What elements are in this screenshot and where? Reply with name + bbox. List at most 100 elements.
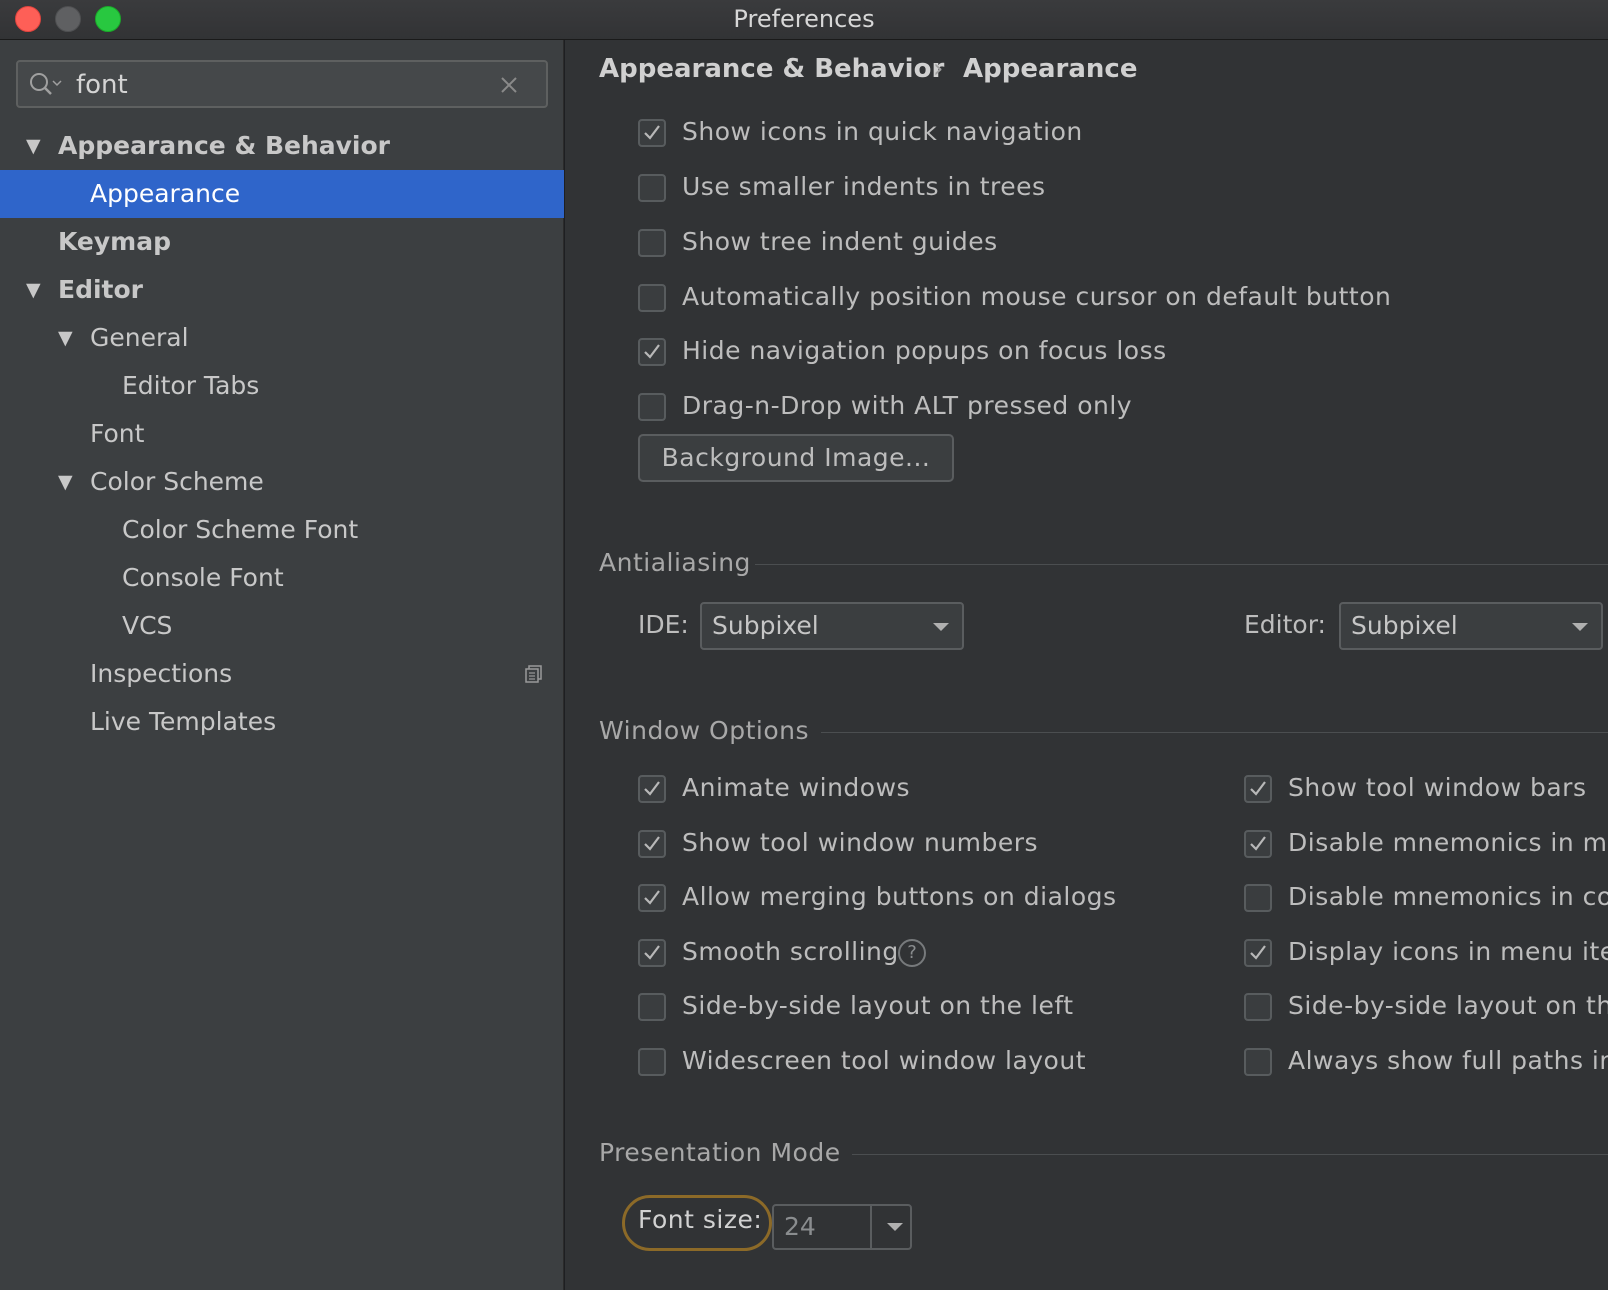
tree-item-editor[interactable]: ▼ Editor [0, 266, 564, 314]
checkmark-icon [644, 781, 660, 796]
editor-antialiasing-label: Editor: [1244, 610, 1326, 639]
help-icon[interactable]: ? [898, 939, 926, 967]
settings-sidebar: font ▼ Appearance & Behavior Appearance … [0, 40, 564, 1290]
checkbox-label: Side-by-side layout on th [1288, 991, 1608, 1020]
checkbox[interactable] [1244, 830, 1272, 858]
tree-item-label: Font [90, 419, 145, 448]
checkbox[interactable] [1244, 939, 1272, 967]
checkbox-label: Show tool window numbers [682, 828, 1039, 857]
tree-item-color-scheme-font[interactable]: Color Scheme Font [0, 506, 564, 554]
checkbox-label: Show tool window bars [1288, 773, 1587, 802]
tree-item-label: Color Scheme [90, 467, 264, 496]
checkbox-label: Display icons in menu iter [1288, 937, 1608, 966]
checkbox[interactable] [1244, 1048, 1272, 1076]
breadcrumb: Appearance & Behavior › Appearance [565, 40, 1608, 94]
checkbox[interactable] [638, 993, 666, 1021]
search-input[interactable]: font [16, 60, 548, 108]
tree-item-label: Color Scheme Font [122, 515, 359, 544]
dropdown-arrow-icon [1572, 623, 1588, 631]
tree-item-label: General [90, 323, 189, 352]
settings-content: Appearance & Behavior › Appearance Show … [565, 40, 1608, 1290]
tree-item-label: Live Templates [90, 707, 277, 736]
section-divider [755, 564, 1608, 565]
checkbox-label: Smooth scrolling [682, 937, 899, 966]
expand-arrow-icon[interactable]: ▼ [26, 122, 41, 170]
expand-arrow-icon[interactable]: ▼ [58, 458, 73, 506]
tree-item-label: Keymap [58, 227, 172, 256]
tree-item-editor-tabs[interactable]: Editor Tabs [0, 362, 564, 410]
checkbox-label: Hide navigation popups on focus loss [682, 336, 1167, 365]
checkbox[interactable] [638, 284, 666, 312]
window-options-section-title: Window Options [599, 716, 809, 745]
checkbox-label: Automatically position mouse cursor on d… [682, 282, 1392, 311]
breadcrumb-parent[interactable]: Appearance & Behavior [599, 54, 944, 84]
tree-item-vcs[interactable]: VCS [0, 602, 564, 650]
checkbox-label: Disable mnemonics in me [1288, 828, 1608, 857]
tree-item-appearance[interactable]: Appearance [0, 170, 564, 218]
presentation-mode-section-title: Presentation Mode [599, 1138, 841, 1167]
ide-antialiasing-value: Subpixel [712, 611, 819, 640]
expand-arrow-icon[interactable]: ▼ [26, 266, 41, 314]
tree-item-console-font[interactable]: Console Font [0, 554, 564, 602]
checkbox[interactable] [638, 174, 666, 202]
checkbox[interactable] [638, 119, 666, 147]
tree-item-label: Editor Tabs [122, 371, 260, 400]
checkmark-icon [644, 945, 660, 960]
search-value: font [76, 70, 128, 100]
tree-item-label: Inspections [90, 659, 233, 688]
checkbox[interactable] [638, 229, 666, 257]
tree-item-label: Appearance [90, 179, 241, 208]
section-divider [852, 1154, 1608, 1155]
checkbox-label: Allow merging buttons on dialogs [682, 882, 1117, 911]
checkmark-icon [1250, 945, 1266, 960]
clear-search-icon[interactable] [500, 76, 518, 94]
editor-antialiasing-value: Subpixel [1351, 611, 1458, 640]
checkbox-label: Always show full paths in [1288, 1046, 1608, 1075]
expand-arrow-icon[interactable]: ▼ [58, 314, 73, 362]
tree-item-live-templates[interactable]: Live Templates [0, 698, 564, 746]
tree-item-keymap[interactable]: Keymap [0, 218, 564, 266]
title-bar: Preferences [0, 0, 1608, 40]
checkbox[interactable] [638, 884, 666, 912]
search-icon [30, 73, 62, 95]
breadcrumb-current: Appearance [963, 54, 1138, 84]
checkbox[interactable] [638, 338, 666, 366]
window-title: Preferences [733, 5, 875, 33]
font-size-combo[interactable]: 24 [772, 1204, 912, 1250]
checkbox[interactable] [1244, 884, 1272, 912]
checkbox-label: Use smaller indents in trees [682, 172, 1046, 201]
tree-item-inspections[interactable]: Inspections [0, 650, 564, 698]
checkbox-smooth-scrolling[interactable]: Smooth scrolling ? [638, 933, 998, 973]
dropdown-arrow-icon[interactable] [886, 1222, 904, 1232]
antialiasing-section-title: Antialiasing [599, 548, 751, 577]
background-image-button[interactable]: Background Image... [638, 434, 954, 482]
checkbox-label: Animate windows [682, 773, 911, 802]
tree-item-appearance-behavior[interactable]: ▼ Appearance & Behavior [0, 122, 564, 170]
checkbox[interactable] [1244, 993, 1272, 1021]
tree-item-general[interactable]: ▼ General [0, 314, 564, 362]
checkmark-icon [644, 125, 660, 140]
ide-antialiasing-select[interactable]: Subpixel [700, 602, 964, 650]
checkbox[interactable] [638, 939, 666, 967]
tree-item-label: Console Font [122, 563, 284, 592]
tree-item-color-scheme[interactable]: ▼ Color Scheme [0, 458, 564, 506]
checkmark-icon [644, 344, 660, 359]
tree-item-font[interactable]: Font [0, 410, 564, 458]
editor-antialiasing-select[interactable]: Subpixel [1339, 602, 1603, 650]
checkmark-icon [644, 836, 660, 851]
ide-antialiasing-label: IDE: [638, 610, 689, 639]
checkbox[interactable] [638, 393, 666, 421]
font-size-label: Font size: [638, 1205, 763, 1234]
checkmark-icon [644, 890, 660, 905]
checkmark-icon [1250, 836, 1266, 851]
checkbox[interactable] [638, 1048, 666, 1076]
tree-item-label: Appearance & Behavior [58, 131, 390, 160]
checkbox-label: Show tree indent guides [682, 227, 998, 256]
checkbox[interactable] [638, 775, 666, 803]
section-divider [821, 732, 1608, 733]
checkbox[interactable] [638, 830, 666, 858]
font-size-value[interactable]: 24 [784, 1212, 816, 1241]
checkbox[interactable] [1244, 775, 1272, 803]
checkbox-label: Disable mnemonics in cor [1288, 882, 1608, 911]
checkbox-label: Side-by-side layout on the left [682, 991, 1074, 1020]
